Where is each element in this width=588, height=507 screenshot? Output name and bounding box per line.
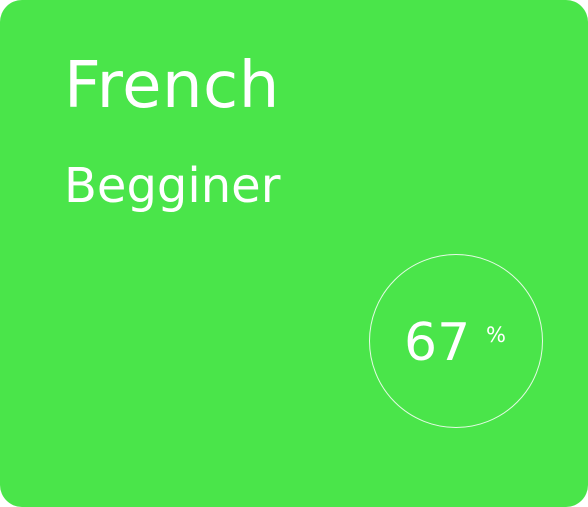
course-title: French xyxy=(64,49,280,123)
progress-circle: 67 % xyxy=(369,254,543,428)
progress-value: 67 xyxy=(404,313,471,373)
course-card[interactable]: French Begginer 67 % xyxy=(0,0,588,507)
course-level: Begginer xyxy=(64,158,281,214)
progress-unit: % xyxy=(486,323,506,347)
